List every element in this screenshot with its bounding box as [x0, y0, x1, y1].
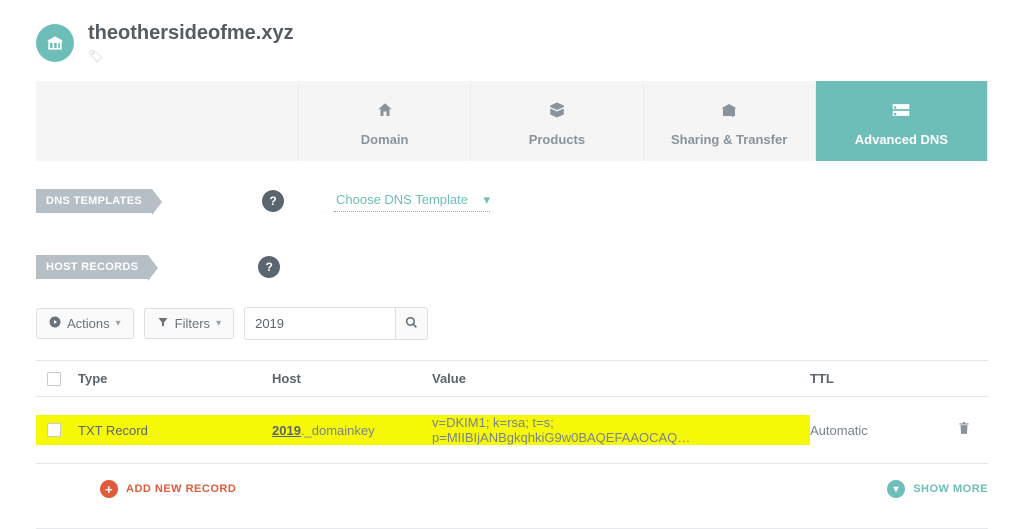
filter-icon	[157, 316, 169, 331]
search-box	[244, 307, 428, 340]
tab-advanced-dns[interactable]: Advanced DNS	[816, 81, 988, 161]
server-icon	[826, 101, 977, 124]
host-records-badge: HOST RECORDS	[36, 255, 148, 279]
table-row[interactable]: TXT Record 2019._domainkey v=DKIM1; k=rs…	[36, 397, 988, 464]
share-icon	[654, 101, 805, 124]
help-icon[interactable]: ?	[262, 190, 284, 212]
table-header: Type Host Value TTL	[36, 360, 988, 397]
header-value[interactable]: Value	[432, 371, 810, 386]
filters-button[interactable]: Filters ▾	[144, 308, 234, 339]
header-host[interactable]: Host	[272, 371, 432, 386]
tab-sharing[interactable]: Sharing & Transfer	[644, 81, 816, 161]
search-button[interactable]	[395, 308, 427, 339]
play-icon	[49, 316, 61, 331]
actions-button[interactable]: Actions ▾	[36, 308, 134, 339]
tag-icon[interactable]: 🏷	[88, 49, 294, 63]
tab-domain[interactable]: Domain	[299, 81, 471, 161]
row-ttl[interactable]: Automatic	[810, 423, 940, 438]
dns-templates-badge: DNS TEMPLATES	[36, 189, 152, 213]
row-type: TXT Record	[72, 423, 272, 438]
row-host[interactable]: 2019._domainkey	[272, 423, 432, 438]
dns-template-select[interactable]: Choose DNS Template	[334, 190, 490, 212]
header-type[interactable]: Type	[72, 371, 272, 386]
chevron-down-icon: ▾	[887, 480, 905, 498]
plus-icon: +	[100, 480, 118, 498]
chevron-down-icon: ▾	[116, 318, 121, 329]
main-tabs: Domain Products Sharing & Transfer Advan…	[36, 81, 988, 161]
header-ttl[interactable]: TTL	[810, 371, 940, 386]
domain-title: theothersideofme.xyz	[88, 22, 294, 45]
delete-icon[interactable]	[957, 423, 971, 440]
box-icon	[481, 101, 632, 124]
select-all-checkbox[interactable]	[47, 372, 61, 386]
help-icon[interactable]: ?	[258, 256, 280, 278]
domain-logo	[36, 24, 74, 62]
home-icon	[309, 101, 460, 124]
search-input[interactable]	[245, 308, 395, 339]
add-new-record-button[interactable]: + ADD NEW RECORD	[100, 480, 236, 498]
row-checkbox[interactable]	[47, 423, 61, 437]
row-value: v=DKIM1; k=rsa; t=s; p=MIIBIjANBgkqhkiG9…	[432, 415, 810, 445]
tab-spacer	[36, 81, 299, 161]
show-more-button[interactable]: ▾ SHOW MORE	[887, 480, 988, 498]
tab-products[interactable]: Products	[471, 81, 643, 161]
chevron-down-icon: ▾	[216, 318, 221, 329]
